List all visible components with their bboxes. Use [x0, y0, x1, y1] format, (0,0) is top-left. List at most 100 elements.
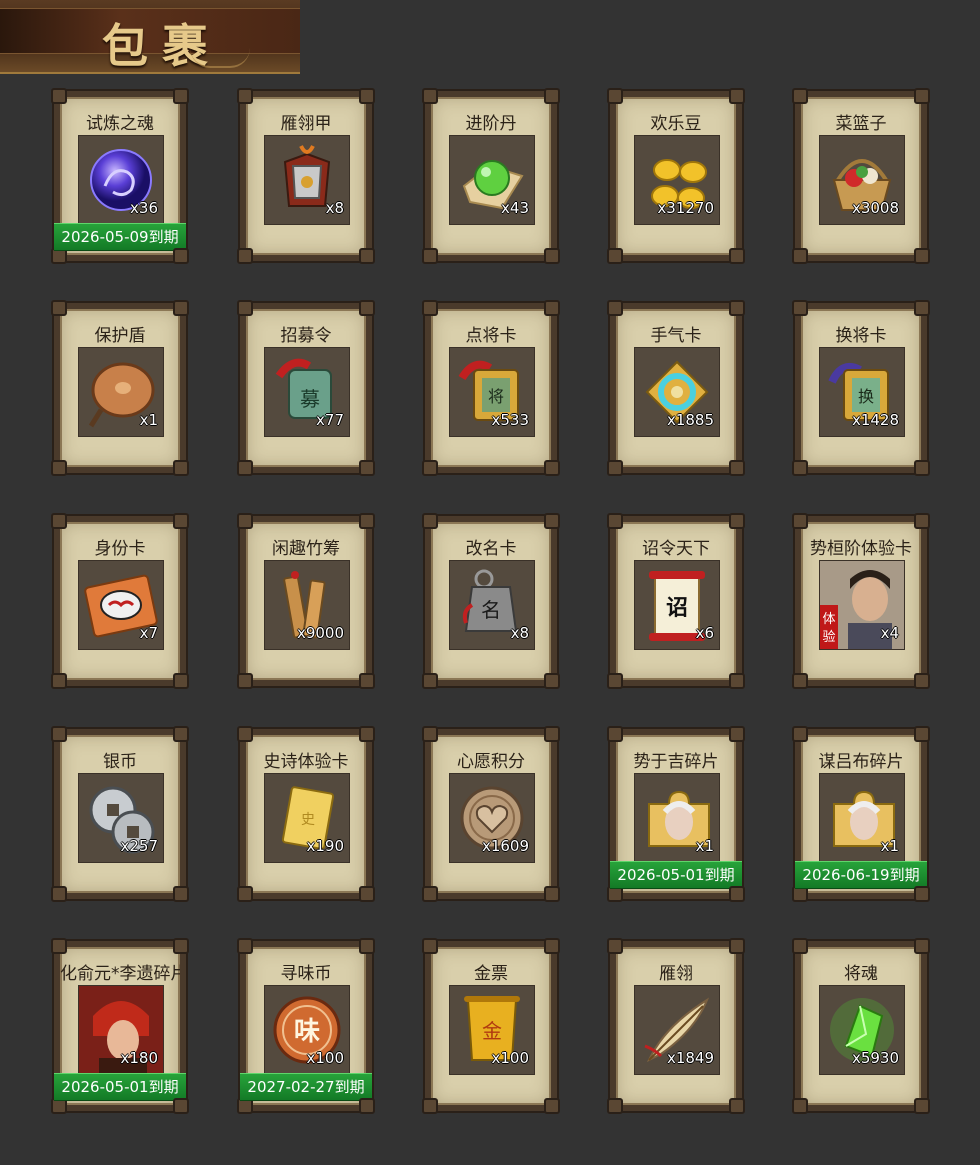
card-corner	[422, 513, 438, 529]
item-name: 诏令天下	[642, 539, 710, 559]
card-corner	[359, 938, 375, 954]
inventory-item-card[interactable]: 闲趣竹筹 x9000	[237, 513, 375, 689]
card-corner	[422, 726, 438, 742]
item-name: 欢乐豆	[650, 114, 702, 134]
card-corner	[173, 938, 189, 954]
card-corner	[51, 726, 67, 742]
svg-text:募: 募	[300, 387, 320, 411]
inventory-item-card[interactable]: 史诗体验卡史 x190	[237, 726, 375, 902]
item-count: x9000	[296, 624, 344, 642]
inventory-item-card[interactable]: 手气卡 x1885	[607, 300, 745, 476]
item-count: x1609	[481, 837, 529, 855]
item-count: x257	[120, 837, 158, 855]
card-corner	[173, 300, 189, 316]
card-corner	[359, 726, 375, 742]
svg-text:味: 味	[294, 1017, 320, 1047]
item-name: 手气卡	[650, 326, 702, 346]
item-name: 进阶丹	[465, 114, 517, 134]
item-count: x5930	[851, 1049, 899, 1067]
item-count: x533	[491, 411, 529, 429]
inventory-item-card[interactable]: 将魂 x5930	[792, 938, 930, 1114]
card-corner	[729, 938, 745, 954]
inventory-item-card[interactable]: 金票金 x100	[422, 938, 560, 1114]
inventory-item-card[interactable]: 雁翎甲 x8	[237, 88, 375, 264]
inventory-item-card[interactable]: 换将卡换 x1428	[792, 300, 930, 476]
card-corner	[792, 938, 808, 954]
card-corner	[544, 726, 560, 742]
card-corner	[792, 513, 808, 529]
inventory-item-card[interactable]: 势桓阶体验卡体验 x4	[792, 513, 930, 689]
inventory-item-card[interactable]: 改名卡名 x8	[422, 513, 560, 689]
item-count: x77	[316, 411, 344, 429]
svg-text:金: 金	[482, 1019, 502, 1043]
svg-text:验: 验	[822, 629, 835, 645]
item-name: 闲趣竹筹	[272, 539, 340, 559]
card-corner	[792, 88, 808, 104]
inventory-item-card[interactable]: 菜篮子 x3008	[792, 88, 930, 264]
card-corner	[237, 300, 253, 316]
card-corner	[729, 513, 745, 529]
card-corner	[729, 300, 745, 316]
item-name: 势桓阶体验卡	[810, 539, 912, 559]
item-name: 身份卡	[94, 539, 146, 559]
item-count: x36	[130, 199, 158, 217]
inventory-item-card[interactable]: 银币 x257	[51, 726, 189, 902]
inventory-item-card[interactable]: 试炼之魂 x36 2026-05-09到期	[51, 88, 189, 264]
item-count: x1885	[666, 411, 714, 429]
card-corner	[544, 300, 560, 316]
card-corner	[914, 938, 930, 954]
svg-text:名: 名	[481, 598, 501, 622]
item-name: 改名卡	[465, 539, 517, 559]
card-corner	[544, 938, 560, 954]
card-corner	[792, 726, 808, 742]
item-count: x1428	[851, 411, 899, 429]
expiry-banner: 2026-05-01到期	[54, 1073, 186, 1101]
inventory-item-card[interactable]: 谋吕布碎片 x1 2026-06-19到期	[792, 726, 930, 902]
item-name: 史诗体验卡	[263, 752, 349, 772]
expiry-banner: 2027-02-27到期	[240, 1073, 372, 1101]
inventory-header: 包裹	[0, 0, 300, 74]
card-corner	[544, 88, 560, 104]
card-corner	[914, 300, 930, 316]
card-corner	[422, 88, 438, 104]
card-corner	[173, 513, 189, 529]
inventory-item-card[interactable]: 欢乐豆 x31270	[607, 88, 745, 264]
inventory-item-card[interactable]: 寻味币味 x100 2027-02-27到期	[237, 938, 375, 1114]
inventory-item-card[interactable]: 点将卡将 x533	[422, 300, 560, 476]
inventory-item-card[interactable]: 势于吉碎片 x1 2026-05-01到期	[607, 726, 745, 902]
card-corner	[359, 300, 375, 316]
item-count: x4	[880, 624, 899, 642]
card-corner	[237, 726, 253, 742]
item-count: x100	[491, 1049, 529, 1067]
inventory-item-card[interactable]: 保护盾 x1	[51, 300, 189, 476]
item-name: 金票	[474, 964, 508, 984]
item-name: 雁翎	[659, 964, 693, 984]
card-corner	[359, 513, 375, 529]
card-corner	[51, 300, 67, 316]
item-count: x180	[120, 1049, 158, 1067]
inventory-item-card[interactable]: 诏令天下诏 x6	[607, 513, 745, 689]
item-count: x31270	[657, 199, 714, 217]
expiry-banner: 2026-05-09到期	[54, 223, 186, 251]
card-corner	[51, 513, 67, 529]
inventory-item-card[interactable]: 化俞元*李遗碎片 x180 2026-05-01到期	[51, 938, 189, 1114]
item-count: x7	[139, 624, 158, 642]
item-name: 招募令	[280, 326, 332, 346]
card-corner	[237, 88, 253, 104]
inventory-item-card[interactable]: 进阶丹 x43	[422, 88, 560, 264]
item-name: 化俞元*李遗碎片	[60, 964, 180, 984]
inventory-item-card[interactable]: 心愿积分 x1609	[422, 726, 560, 902]
expiry-banner: 2026-06-19到期	[795, 861, 927, 889]
item-count: x8	[325, 199, 344, 217]
card-corner	[914, 513, 930, 529]
inventory-item-card[interactable]: 身份卡 x7	[51, 513, 189, 689]
card-corner	[792, 300, 808, 316]
inventory-item-card[interactable]: 招募令募 x77	[237, 300, 375, 476]
svg-text:史: 史	[301, 812, 315, 828]
card-corner	[359, 88, 375, 104]
item-name: 谋吕布碎片	[818, 752, 904, 772]
inventory-item-card[interactable]: 雁翎 x1849	[607, 938, 745, 1114]
item-count: x190	[306, 837, 344, 855]
item-count: x1	[880, 837, 899, 855]
item-name: 心愿积分	[457, 752, 525, 772]
